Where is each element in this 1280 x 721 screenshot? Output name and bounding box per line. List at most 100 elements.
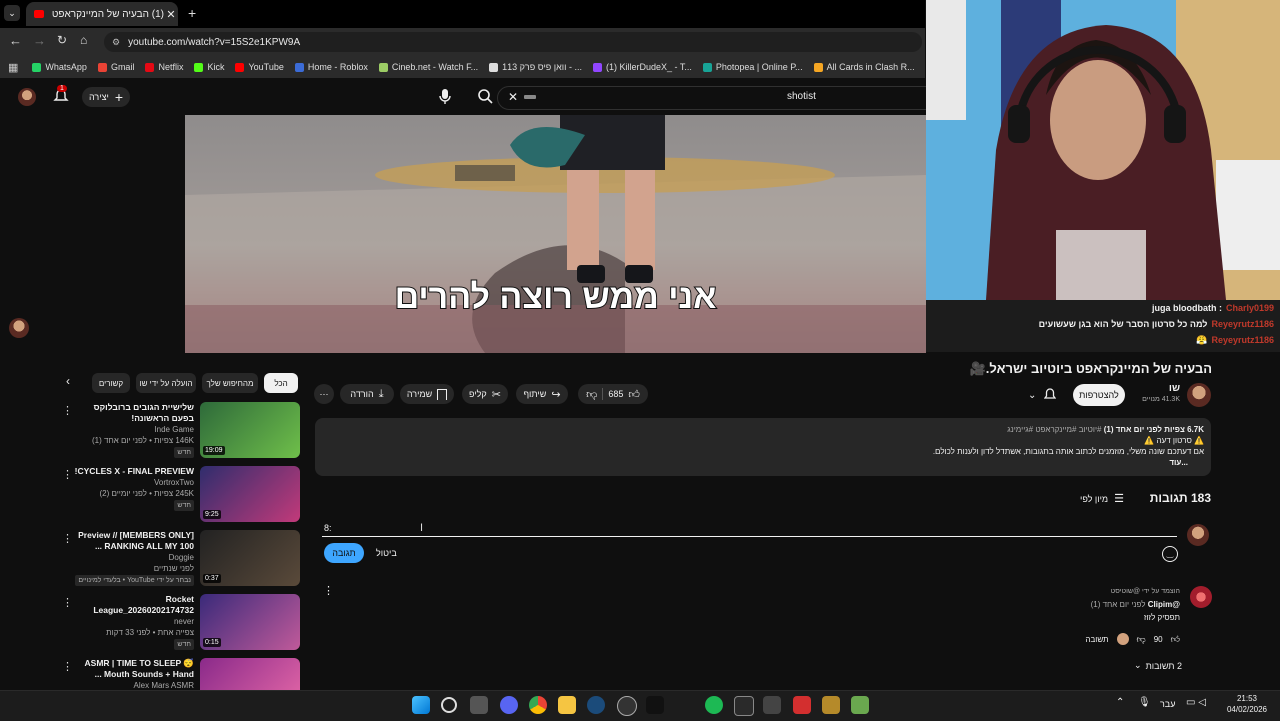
chip-from-search[interactable]: מהחיפוש שלך [202, 373, 258, 393]
comment-cancel-button[interactable]: ביטול [376, 548, 397, 558]
download-button[interactable]: הורדה ⤓ [340, 384, 394, 404]
description-tags[interactable]: #יוטיוב #מיינקראפט #גיימינג [1007, 425, 1101, 434]
home-icon[interactable]: ⌂ [80, 33, 87, 47]
comment-dislike-icon[interactable]: 👎︎ [1137, 634, 1146, 645]
comment-options-icon[interactable]: ⋮ [323, 584, 334, 597]
voice-search-icon[interactable] [438, 88, 454, 106]
search-input[interactable]: ✕ shotist [497, 86, 927, 110]
create-button[interactable]: יצירה + [82, 87, 130, 107]
league-icon[interactable] [822, 696, 840, 714]
chrome-icon[interactable] [529, 696, 547, 714]
chip-related[interactable]: קשורים [92, 373, 130, 393]
notifications-bell-icon[interactable]: 1 [52, 85, 70, 106]
more-actions-button[interactable]: ⋯ [314, 384, 334, 404]
floating-avatar[interactable] [9, 318, 29, 338]
bookmark-item[interactable]: Photopea | Online P... [702, 62, 803, 72]
forward-icon[interactable]: → [33, 33, 46, 48]
comment-author[interactable]: @Clipim [1148, 600, 1180, 609]
terminal-icon[interactable] [763, 696, 781, 714]
clear-search-icon[interactable]: ✕ [508, 90, 518, 104]
video-thumbnail[interactable]: 9:25 [200, 466, 300, 522]
search-button[interactable] [477, 88, 495, 106]
site-info-icon[interactable]: ⚙ [112, 37, 120, 48]
discord-icon[interactable] [500, 696, 518, 714]
comment-time[interactable]: לפני יום אחד (1) [1091, 600, 1146, 609]
recommended-video[interactable]: 19:09 שלישיית הגובים ברובלוקס בפעם הראשונ… [62, 402, 300, 460]
obs-icon[interactable] [617, 696, 637, 716]
new-tab-button[interactable]: + [188, 5, 196, 21]
recommended-video[interactable]: 9:25 CYCLES X - FINAL PREVIEW! VortroxTwo 2… [62, 466, 300, 524]
video-options-icon[interactable]: ⋮ [62, 468, 73, 481]
roblox-icon[interactable] [793, 696, 811, 714]
network-volume-icons[interactable]: ▭ ◁ [1186, 697, 1206, 708]
keyboard-icon[interactable] [524, 95, 536, 99]
description-box[interactable]: 6.7K צפיות לפני יום אחד (1) #יוטיוב #מיי… [315, 418, 1211, 476]
video-options-icon[interactable]: ⋮ [62, 596, 73, 609]
view-replies-button[interactable]: 2 תשובות ⌄ [1130, 660, 1182, 671]
address-bar[interactable]: ⚙ youtube.com/watch?v=15S2e1KPW9A [104, 32, 922, 52]
reload-icon[interactable]: ↻ [57, 33, 67, 47]
tray-chevron-icon[interactable]: ⌃ [1116, 697, 1124, 708]
dislike-button[interactable]: 👎︎ [586, 388, 597, 401]
chip-uploaded-by[interactable]: הועלה על ידי שו [136, 373, 196, 393]
video-options-icon[interactable]: ⋮ [62, 532, 73, 545]
microphone-tray-icon[interactable]: 🎙︎ [1138, 697, 1151, 708]
emoji-picker-icon[interactable]: ‿ [1162, 546, 1178, 562]
recommended-video[interactable]: 0:37 [MEMBERS ONLY] Preview // RANKING AL… [62, 530, 300, 588]
close-tab-icon[interactable]: ✕ [164, 8, 178, 21]
bookmark-item[interactable]: וואן פיס פרק 113 - ... [489, 62, 582, 72]
bookmark-item[interactable]: Netflix [145, 62, 183, 72]
subscription-bell-icon[interactable]: ⌄ [1028, 386, 1066, 404]
spotify-icon[interactable] [705, 696, 723, 714]
bookmark-item[interactable]: YouTube [235, 62, 284, 72]
bookmark-item[interactable]: WhatsApp [32, 62, 87, 72]
comment-like-icon[interactable]: 👍︎ [1171, 634, 1180, 645]
comment-submit-button[interactable]: תגובה [324, 543, 364, 563]
video-thumbnail[interactable]: 0:15 [200, 594, 300, 650]
channel-avatar[interactable] [1187, 383, 1211, 407]
video-meta: CYCLES X - FINAL PREVIEW! VortroxTwo 245K … [74, 466, 194, 511]
video-options-icon[interactable]: ⋮ [62, 660, 73, 673]
like-button-icon[interactable]: 👍︎ [628, 388, 640, 401]
bookmark-item[interactable]: Kick [194, 62, 224, 72]
video-meta: [MEMBERS ONLY] Preview // RANKING ALL MY… [74, 530, 194, 586]
bookmark-item[interactable]: (1) KillerDudeX_ - T... [592, 62, 692, 72]
search-icon[interactable] [441, 697, 457, 713]
bookmark-item[interactable]: Cineb.net - Watch F... [378, 62, 478, 72]
description-more[interactable]: ...עוד [933, 457, 1188, 468]
recommended-video[interactable]: 0:15 Rocket League_20260202174732 never צפי… [62, 594, 300, 652]
task-view-icon[interactable] [470, 696, 488, 714]
video-player[interactable] [185, 115, 926, 353]
video-thumbnail[interactable]: 19:09 [200, 402, 300, 458]
steam-icon[interactable] [587, 696, 605, 714]
share-button[interactable]: שיתוף ↪ [516, 384, 568, 404]
clip-button[interactable]: קליפ ✂ [462, 384, 508, 404]
bookmark-item[interactable]: All Cards in Clash R... [813, 62, 915, 72]
chip-all[interactable]: הכל [264, 373, 298, 393]
bookmark-item[interactable]: Gmail [97, 62, 134, 72]
start-icon[interactable] [412, 696, 430, 714]
file-explorer-icon[interactable] [558, 696, 576, 714]
language-indicator[interactable]: עבר [1160, 699, 1175, 709]
sort-comments-button[interactable]: מיון לפי ☰ [1080, 492, 1136, 505]
minecraft-icon[interactable] [851, 696, 869, 714]
bookmark-favicon-icon [145, 62, 155, 72]
apps-icon[interactable]: ▦ [8, 61, 18, 74]
capcut-icon[interactable] [646, 696, 664, 714]
video-thumbnail[interactable]: 0:37 [200, 530, 300, 586]
save-button[interactable]: שמירה [400, 384, 454, 404]
commenter-avatar[interactable] [1190, 586, 1212, 608]
browser-tab-active[interactable]: (1) הבעיה של המיינקראפט ביוטיוב... ✕ [26, 2, 178, 26]
back-icon[interactable]: ← [9, 33, 22, 48]
join-button[interactable]: להצטרפות [1073, 384, 1125, 406]
like-count[interactable]: 685 [608, 389, 623, 399]
account-avatar[interactable] [18, 88, 36, 106]
comment-input[interactable]: 8: I [322, 520, 1177, 537]
video-options-icon[interactable]: ⋮ [62, 404, 73, 417]
tab-search-button[interactable]: ⌄ [4, 5, 20, 21]
clock[interactable]: 21:53 04/02/2026 [1222, 693, 1272, 715]
comment-reply-button[interactable]: תשובה [1085, 635, 1108, 644]
bookmark-item[interactable]: Home - Roblox [294, 62, 368, 72]
epic-games-icon[interactable] [734, 696, 754, 716]
chips-scroll-left-icon[interactable]: ‹ [66, 374, 70, 388]
